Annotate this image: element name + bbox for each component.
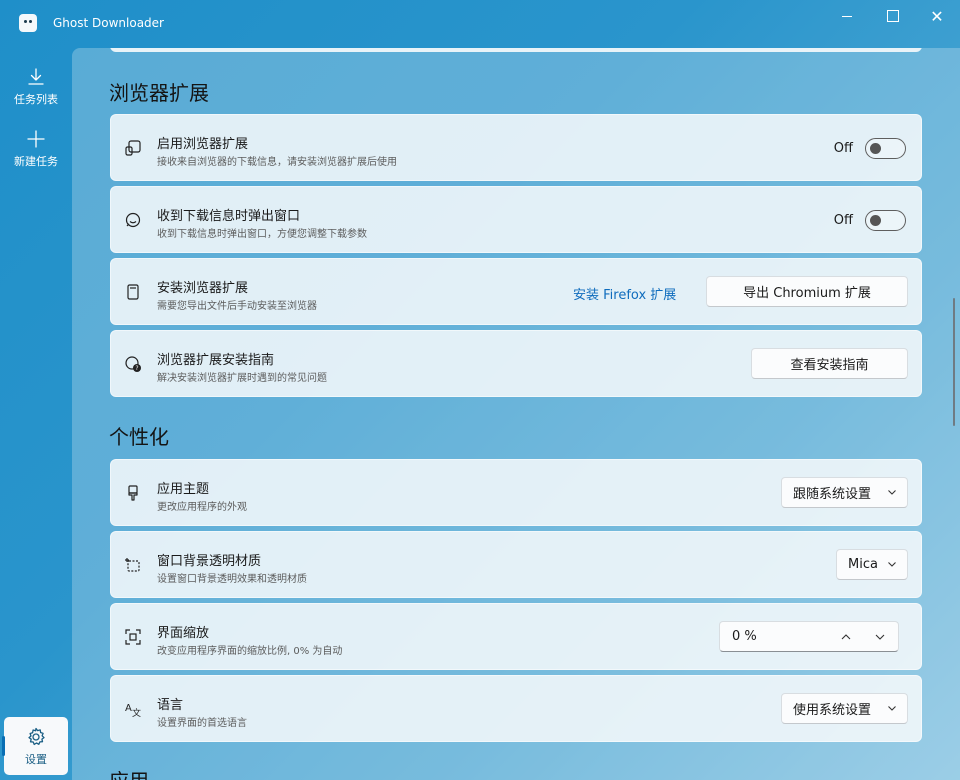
zoom-spinbox[interactable]: 0 %: [719, 621, 899, 652]
paint-brush-icon: [123, 483, 143, 503]
toggle-state-label: Off: [833, 213, 853, 228]
app-title: Ghost Downloader: [53, 16, 164, 30]
setting-title: 应用主题: [157, 482, 210, 497]
setting-description: 设置窗口背景透明效果和透明材质: [157, 574, 307, 585]
setting-description: 接收来自浏览器的下载信息，请安装浏览器扩展后使用: [157, 157, 397, 168]
minimize-button[interactable]: [824, 0, 870, 32]
zoom-frame-icon: [123, 627, 143, 647]
package-icon: [123, 282, 143, 302]
section-title-personalization: 个性化: [109, 425, 169, 449]
chevron-up-icon[interactable]: [840, 631, 852, 643]
maximize-button[interactable]: [870, 0, 916, 32]
help-bubble-icon: ?: [123, 354, 143, 374]
plus-icon: [26, 127, 46, 151]
zoom-value: 0 %: [732, 629, 757, 644]
close-button[interactable]: ✕: [914, 0, 960, 32]
chevron-down-icon[interactable]: [874, 631, 886, 643]
vertical-scrollbar[interactable]: [953, 298, 955, 426]
toggle-state-label: Off: [833, 141, 853, 156]
svg-text:A: A: [125, 703, 132, 714]
section-title-application: 应用: [109, 765, 149, 780]
setting-description: 改变应用程序界面的缩放比例, 0% 为自动: [157, 646, 343, 657]
extension-icon: [123, 138, 143, 158]
chevron-down-icon: [887, 559, 897, 569]
setting-card-app-theme: 应用主题 更改应用程序的外观 跟随系统设置: [110, 459, 922, 526]
install-firefox-link[interactable]: 安装 Firefox 扩展: [573, 284, 676, 303]
setting-title: 收到下载信息时弹出窗口: [157, 209, 301, 224]
setting-title: 浏览器扩展安装指南: [157, 353, 275, 368]
chat-bubble-icon: [123, 210, 143, 230]
transparency-icon: [123, 555, 143, 575]
svg-text:?: ?: [135, 365, 138, 372]
setting-title: 窗口背景透明材质: [157, 554, 262, 569]
ghost-logo-icon: [19, 14, 37, 32]
setting-card-window-material: 窗口背景透明材质 设置窗口背景透明效果和透明材质 Mica: [110, 531, 922, 598]
setting-title: 启用浏览器扩展: [157, 137, 249, 152]
setting-description: 设置界面的首选语言: [157, 718, 247, 729]
setting-description: 需要您导出文件后手动安装至浏览器: [157, 301, 317, 312]
previous-setting-card: [110, 48, 922, 52]
setting-description: 解决安装浏览器扩展时遇到的常见问题: [157, 373, 327, 384]
language-selected-value: 使用系统设置: [793, 703, 872, 718]
view-guide-button[interactable]: 查看安装指南: [751, 348, 908, 379]
setting-title: 语言: [157, 698, 184, 713]
nav-item-task-list[interactable]: 任务列表: [4, 58, 68, 114]
setting-card-install-guide: ? 浏览器扩展安装指南 解决安装浏览器扩展时遇到的常见问题 查看安装指南: [110, 330, 922, 397]
setting-card-language: A文 语言 设置界面的首选语言 使用系统设置: [110, 675, 922, 742]
setting-card-interface-zoom: 界面缩放 改变应用程序界面的缩放比例, 0% 为自动 0 %: [110, 603, 922, 670]
chevron-down-icon: [887, 703, 897, 713]
gear-icon: [25, 725, 47, 749]
nav-item-new-task[interactable]: 新建任务: [4, 120, 68, 176]
title-bar: Ghost Downloader ✕: [0, 0, 960, 48]
svg-text:文: 文: [132, 707, 141, 718]
setting-card-popup-window: 收到下载信息时弹出窗口 收到下载信息时弹出窗口，方便您调整下载参数 Off: [110, 186, 922, 253]
language-icon: A文: [123, 699, 143, 719]
section-title-browser-extension: 浏览器扩展: [109, 81, 209, 105]
download-icon: [26, 65, 46, 89]
setting-description: 更改应用程序的外观: [157, 502, 247, 513]
setting-card-install-extension: 安装浏览器扩展 需要您导出文件后手动安装至浏览器 安装 Firefox 扩展 导…: [110, 258, 922, 325]
enable-extension-toggle[interactable]: [865, 138, 906, 159]
chevron-down-icon: [887, 487, 897, 497]
export-chromium-button[interactable]: 导出 Chromium 扩展: [706, 276, 908, 307]
nav-label-settings: 设置: [25, 753, 47, 766]
settings-content: 浏览器扩展 启用浏览器扩展 接收来自浏览器的下载信息，请安装浏览器扩展后使用 O…: [72, 48, 960, 780]
setting-title: 界面缩放: [157, 626, 210, 641]
nav-label-task-list: 任务列表: [14, 93, 58, 106]
setting-card-enable-extension: 启用浏览器扩展 接收来自浏览器的下载信息，请安装浏览器扩展后使用 Off: [110, 114, 922, 181]
material-dropdown[interactable]: Mica: [836, 549, 908, 580]
setting-title: 安装浏览器扩展: [157, 281, 249, 296]
language-dropdown[interactable]: 使用系统设置: [781, 693, 908, 724]
theme-selected-value: 跟随系统设置: [793, 487, 872, 502]
navigation-rail: 任务列表 新建任务 设置: [0, 48, 72, 780]
nav-label-new-task: 新建任务: [14, 155, 58, 168]
popup-window-toggle[interactable]: [865, 210, 906, 231]
setting-description: 收到下载信息时弹出窗口，方便您调整下载参数: [157, 229, 367, 240]
nav-item-settings[interactable]: 设置: [2, 717, 68, 775]
theme-dropdown[interactable]: 跟随系统设置: [781, 477, 908, 508]
material-selected-value: Mica: [848, 557, 878, 572]
